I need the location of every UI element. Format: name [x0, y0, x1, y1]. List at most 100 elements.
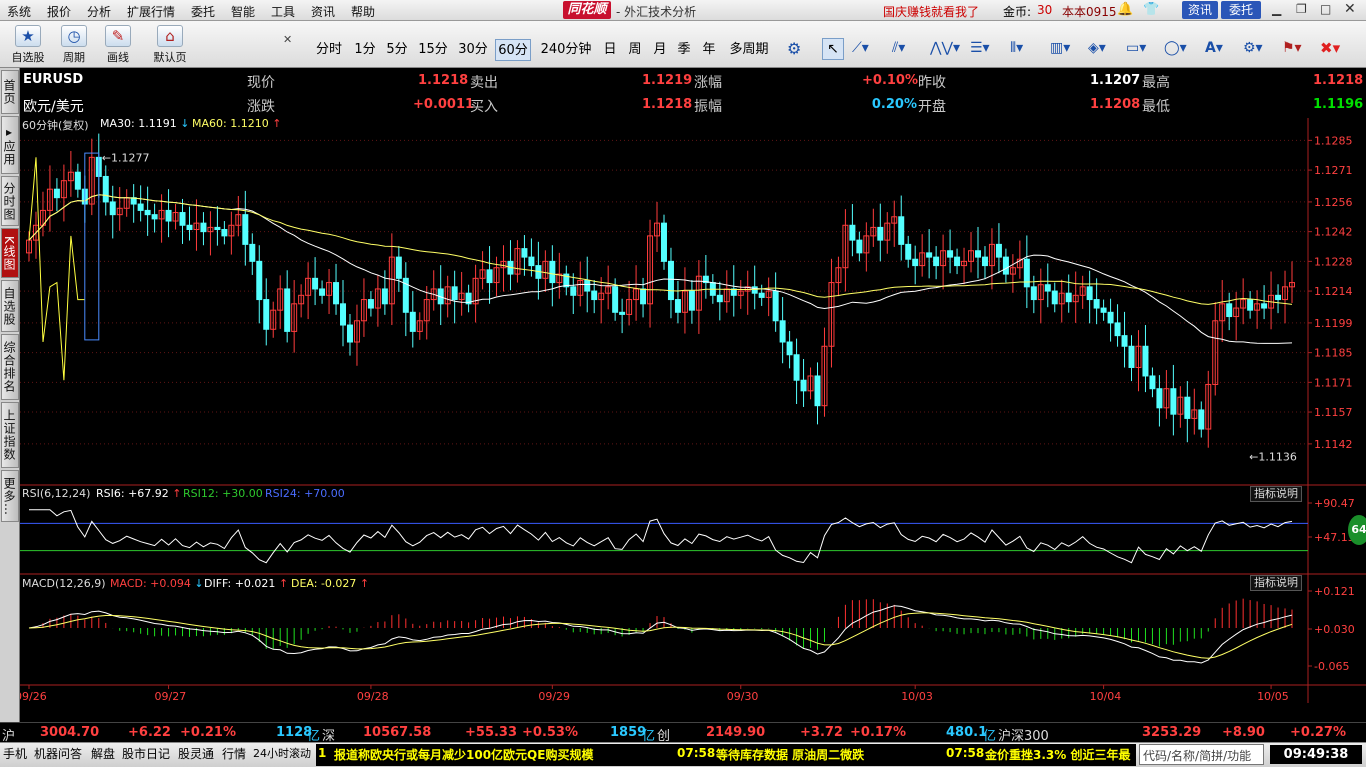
candle-body: [779, 320, 786, 343]
wave-tool-icon[interactable]: ⋀⋁▾: [930, 40, 960, 56]
candle-body: [249, 243, 256, 262]
parallel-tool-icon[interactable]: ⫽▾: [892, 40, 905, 56]
candle-body: [1128, 345, 1135, 368]
period-tab-year[interactable]: 年: [700, 39, 718, 61]
kline-chart[interactable]: 1.1285 1.1271 1.1256 1.1242 1.1228 1.1214 1.11…: [20, 118, 1366, 722]
buy-label: 买入: [470, 99, 498, 115]
ticker-text-1[interactable]: 报道称欧央行或每月减少100亿欧元QE购买规模: [334, 746, 593, 763]
text-tool-icon[interactable]: A▾: [1205, 40, 1223, 56]
bell-icon[interactable]: 🔔: [1117, 2, 1133, 17]
period-tab-1min[interactable]: 1分: [352, 39, 378, 61]
candle-body: [346, 324, 353, 343]
period-tab-multi[interactable]: 多周期: [726, 39, 772, 61]
period-tab-30min[interactable]: 30分: [457, 39, 489, 61]
bottom-analysis[interactable]: 解盘: [91, 745, 115, 763]
menu-system[interactable]: 系统: [7, 3, 31, 20]
period-tab-season[interactable]: 季: [675, 39, 693, 61]
gear-icon[interactable]: ⚙: [787, 39, 801, 58]
house-icon: ⌂: [157, 25, 183, 47]
period-tab-5min[interactable]: 5分: [384, 39, 410, 61]
left-tab-watchlist[interactable]: 自选股: [1, 280, 19, 332]
date-label: 09/26: [20, 690, 47, 703]
left-tab-sh-index[interactable]: 上证指数: [1, 402, 19, 468]
maximize-icon[interactable]: □: [1320, 2, 1331, 16]
ellipse-tool-icon[interactable]: ◯▾: [1164, 40, 1187, 56]
price-tick-label: 1.1256: [1314, 196, 1353, 209]
candle-body: [1121, 335, 1128, 347]
ticker-text-2[interactable]: 等待库存数据 原油周二微跌: [716, 746, 864, 763]
home-page-button[interactable]: ⌂ 默认页: [150, 24, 190, 66]
bottom-market[interactable]: 行情: [222, 745, 246, 763]
rect-tool-icon[interactable]: ▭▾: [1126, 40, 1146, 56]
period-tab-day[interactable]: 日: [601, 39, 619, 61]
candle-body: [333, 282, 340, 305]
code-search-input[interactable]: 代码/名称/简拼/功能: [1139, 744, 1264, 765]
delete-tool-icon[interactable]: ✖▾: [1320, 39, 1340, 57]
draw-button[interactable]: ✎ 画线: [98, 24, 138, 66]
amp-value: 0.20%: [871, 97, 917, 112]
menu-help[interactable]: 帮助: [351, 3, 375, 20]
settings-tool-icon[interactable]: ⚙▾: [1243, 40, 1263, 56]
price-tick-label: 1.1185: [1314, 347, 1353, 360]
menu-news[interactable]: 资讯: [311, 3, 335, 20]
watchlist-button[interactable]: ★ 自选股: [8, 24, 48, 66]
trade-button[interactable]: 委托: [1221, 1, 1261, 19]
pencil-icon: ✎: [105, 25, 131, 47]
bottom-24h-scroll[interactable]: 24小时滚动: [253, 745, 311, 763]
left-tab-apps[interactable]: ▸应用: [1, 116, 19, 174]
high-label: 最高: [1142, 75, 1170, 91]
candle-body: [1100, 307, 1107, 313]
pointer-icon[interactable]: ↖: [822, 38, 844, 60]
bottom-gulingtong[interactable]: 股灵通: [178, 745, 214, 763]
period-tab-60min[interactable]: 60分: [495, 39, 531, 61]
bottom-diary[interactable]: 股市日记: [122, 745, 170, 763]
bars-tool-icon[interactable]: ▥▾: [1050, 40, 1070, 56]
period-tab-timeshare[interactable]: 分时: [312, 39, 346, 61]
candle-body: [256, 260, 263, 301]
candle-body: [1156, 388, 1163, 409]
open-value: 1.1208: [1090, 97, 1141, 112]
left-tab-ranking[interactable]: 综合排名: [1, 334, 19, 400]
promo-link[interactable]: 国庆赚钱就看我了: [883, 3, 979, 20]
menu-analysis[interactable]: 分析: [87, 3, 111, 20]
candle-body: [200, 222, 207, 233]
left-tab-kline[interactable]: K线图: [1, 228, 19, 278]
restore-icon[interactable]: ❐: [1296, 2, 1307, 16]
shirt-icon[interactable]: 👕: [1143, 2, 1159, 17]
period-tab-week[interactable]: 周: [626, 39, 644, 61]
candle-body: [137, 203, 144, 211]
menu-trade[interactable]: 委托: [191, 3, 215, 20]
menu-extended[interactable]: 扩展行情: [127, 3, 175, 20]
collapse-icon[interactable]: ✕: [283, 33, 292, 46]
left-tab-timeshare[interactable]: 分时图: [1, 176, 19, 226]
channel-tool-icon[interactable]: ◈▾: [1088, 40, 1106, 56]
menu-tools[interactable]: 工具: [271, 3, 295, 20]
period-tab-15min[interactable]: 15分: [417, 39, 449, 61]
period-tab-month[interactable]: 月: [651, 39, 669, 61]
bottom-mobile[interactable]: 手机: [3, 745, 27, 763]
news-ticker[interactable]: 1 报道称欧央行或每月减少100亿欧元QE购买规模 07:58 等待库存数据 原…: [316, 744, 1136, 766]
sell-label: 卖出: [470, 75, 498, 91]
fib-tool-icon[interactable]: ☰▾: [970, 40, 990, 56]
bookmark-tool-icon[interactable]: ⚑▾: [1282, 40, 1302, 56]
bottom-robot-qa[interactable]: 机器问答: [34, 745, 82, 763]
period-button[interactable]: ◷ 周期: [54, 24, 94, 66]
gann-tool-icon[interactable]: ⦀▾: [1010, 40, 1023, 56]
left-tab-more[interactable]: 更多…: [1, 470, 19, 522]
ticker-text-3[interactable]: 金价重挫3.3% 创近三年最: [985, 746, 1130, 763]
news-button[interactable]: 资讯: [1182, 1, 1218, 19]
sz-amount: 1859: [610, 725, 647, 740]
floating-badge[interactable]: 64: [1348, 515, 1366, 545]
minimize-icon[interactable]: ▁: [1272, 2, 1281, 16]
menu-quote[interactable]: 报价: [47, 3, 71, 20]
left-tab-home[interactable]: 首页: [1, 70, 19, 114]
rsi-help-button[interactable]: 指标说明: [1250, 486, 1302, 502]
line-tool-icon[interactable]: ⟋▾: [852, 40, 869, 56]
rsi-title: RSI(6,12,24): [22, 487, 91, 500]
macd-help-button[interactable]: 指标说明: [1250, 575, 1302, 591]
candle-body: [1226, 303, 1233, 318]
menu-smart[interactable]: 智能: [231, 3, 255, 20]
period-tab-240min[interactable]: 240分钟: [539, 39, 593, 61]
close-icon[interactable]: ✕: [1344, 1, 1356, 17]
candle-body: [74, 171, 81, 190]
